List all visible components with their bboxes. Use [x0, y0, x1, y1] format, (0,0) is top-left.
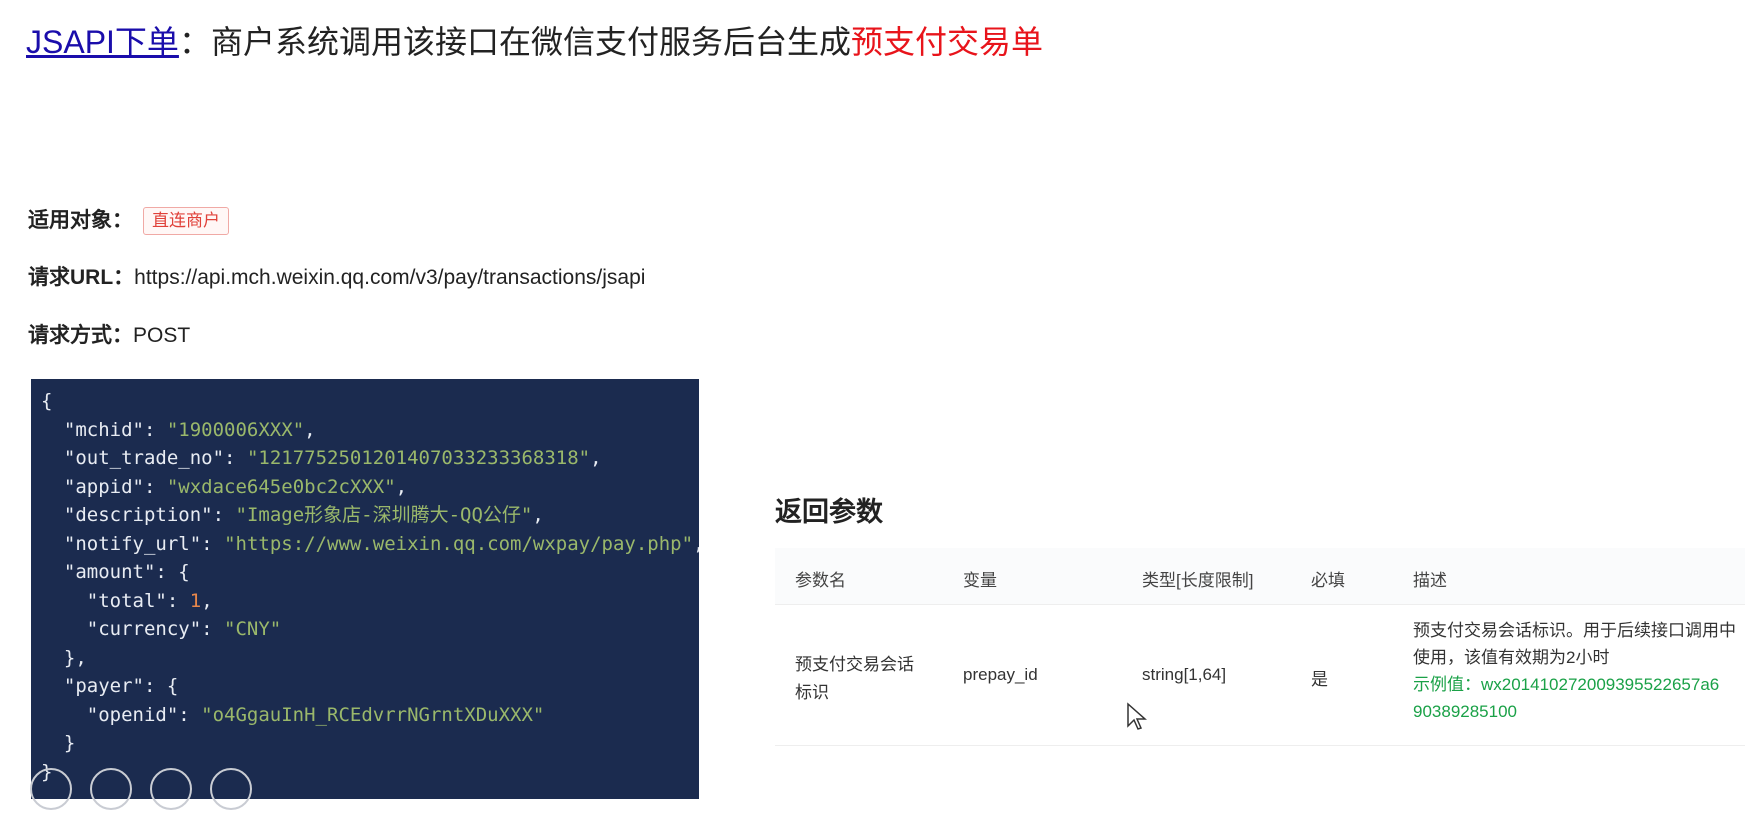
header-description: 描述	[1413, 571, 1447, 590]
jsapi-order-link[interactable]: JSAPI下单	[26, 24, 179, 60]
header-required: 必填	[1311, 571, 1345, 590]
code-line: "payer": {	[63, 675, 179, 697]
code-line: "appid": "wxdace645e0bc2cXXX",	[63, 475, 408, 498]
code-line: "currency": "CNY"	[86, 618, 282, 640]
code-line: "amount": {	[63, 561, 190, 583]
url-value: https://api.mch.weixin.qq.com/v3/pay/tra…	[134, 266, 646, 289]
type-cell: string[1,64]	[1142, 665, 1227, 684]
return-params-title: 返回参数	[775, 497, 883, 527]
method-value: POST	[133, 324, 191, 347]
method-label: 请求方式：	[28, 324, 133, 347]
table-header: 参数名 变量 类型[长度限制] 必填 描述	[775, 548, 1745, 605]
code-line: "notify_url": "https://www.weixin.qq.com…	[63, 532, 699, 555]
code-line: "total": 1,	[86, 589, 213, 612]
merchant-badge: 直连商户	[143, 207, 229, 236]
return-params-table: 参数名 变量 类型[长度限制] 必填 描述 预支付交易会话 标识 prepay_…	[775, 548, 1745, 746]
control-circle-icon[interactable]	[90, 768, 132, 810]
control-circle-icon[interactable]	[210, 768, 252, 810]
request-code-block: { "mchid": "1900006XXX", "out_trade_no":…	[31, 379, 699, 799]
heading-text: ：商户系统调用该接口在微信支付服务后台生成	[178, 24, 851, 60]
control-circle-icon[interactable]	[30, 768, 72, 810]
code-line: {	[41, 390, 53, 412]
header-param-name: 参数名	[795, 571, 846, 590]
code-line: "out_trade_no": "12177525012014070332333…	[63, 447, 602, 469]
variable-cell: prepay_id	[963, 665, 1038, 684]
url-row: 请求URL：https://api.mch.weixin.qq.com/v3/p…	[28, 263, 645, 293]
example-value: 示例值：wx201410272009395522657a6	[1413, 675, 1720, 694]
method-row: 请求方式：POST	[28, 321, 190, 351]
param-name-cell: 预支付交易会话 标识	[795, 655, 914, 702]
applicable-label: 适用对象：	[28, 209, 133, 232]
url-label: 请求URL：	[28, 266, 135, 289]
header-variable: 变量	[963, 571, 997, 590]
control-circle-icon[interactable]	[150, 768, 192, 810]
description-cell: 预支付交易会话标识。用于后续接口调用中 使用，该值有效期为2小时 示例值：wx2…	[1413, 617, 1743, 725]
code-line: }	[41, 732, 76, 754]
mouse-cursor-icon	[1127, 702, 1147, 730]
code-line: },	[41, 646, 87, 669]
applicable-row: 适用对象： 直连商户	[28, 206, 229, 236]
player-controls	[30, 768, 270, 815]
header-type: 类型[长度限制]	[1142, 571, 1254, 590]
code-line: "openid": "o4GgauInH_RCEdvrrNGrntXDuXXX"	[86, 703, 545, 726]
page-heading: JSAPI下单：商户系统调用该接口在微信支付服务后台生成预支付交易单	[26, 18, 1043, 66]
table-row: 预支付交易会话 标识 prepay_id string[1,64] 是 预支付交…	[775, 605, 1745, 746]
code-line: "description": "Image形象店-深圳腾大-QQ公仔",	[63, 504, 544, 526]
heading-highlight: 预支付交易单	[850, 24, 1043, 60]
required-cell: 是	[1311, 670, 1328, 689]
code-line: "mchid": "1900006XXX",	[63, 418, 316, 441]
